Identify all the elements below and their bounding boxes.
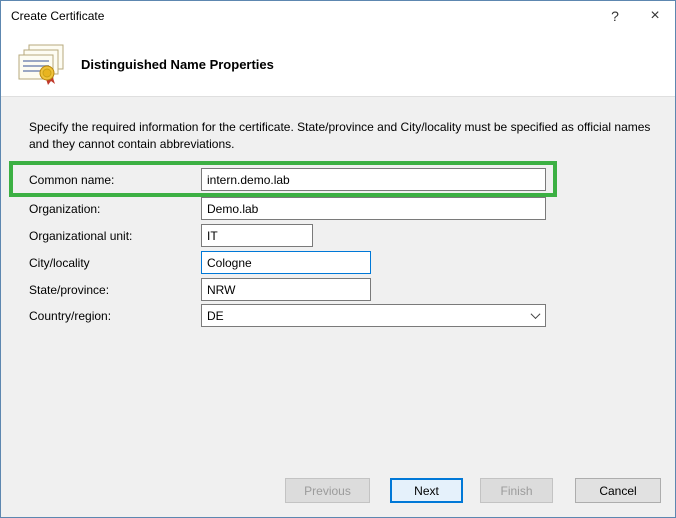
close-button[interactable]: ×	[635, 1, 675, 31]
organization-input[interactable]	[201, 197, 546, 220]
state-province-label: State/province:	[29, 283, 109, 297]
window-title: Create Certificate	[1, 9, 104, 23]
organization-label: Organization:	[29, 202, 100, 216]
chevron-down-icon	[525, 305, 545, 326]
common-name-input[interactable]	[201, 168, 546, 191]
organizational-unit-input[interactable]	[201, 224, 313, 247]
city-locality-input[interactable]	[201, 251, 371, 274]
create-certificate-dialog: Create Certificate ? × Distinguished Nam…	[0, 0, 676, 518]
state-province-input[interactable]	[201, 278, 371, 301]
finish-button: Finish	[480, 478, 553, 503]
title-bar[interactable]: Create Certificate ? ×	[1, 1, 675, 31]
previous-button: Previous	[285, 478, 370, 503]
help-button[interactable]: ?	[595, 1, 635, 31]
cancel-button[interactable]: Cancel	[575, 478, 661, 503]
country-region-value: DE	[207, 309, 224, 323]
country-region-select[interactable]: DE	[201, 304, 546, 327]
common-name-label: Common name:	[29, 173, 114, 187]
instruction-text: Specify the required information for the…	[29, 119, 651, 153]
titlebar-buttons: ? ×	[595, 1, 675, 31]
next-button[interactable]: Next	[390, 478, 463, 503]
organizational-unit-label: Organizational unit:	[29, 229, 132, 243]
page-title: Distinguished Name Properties	[81, 57, 274, 72]
country-region-label: Country/region:	[29, 309, 111, 323]
certificates-stack-icon	[17, 43, 69, 87]
city-locality-label: City/locality	[29, 256, 90, 270]
dialog-header: Distinguished Name Properties	[1, 31, 675, 97]
